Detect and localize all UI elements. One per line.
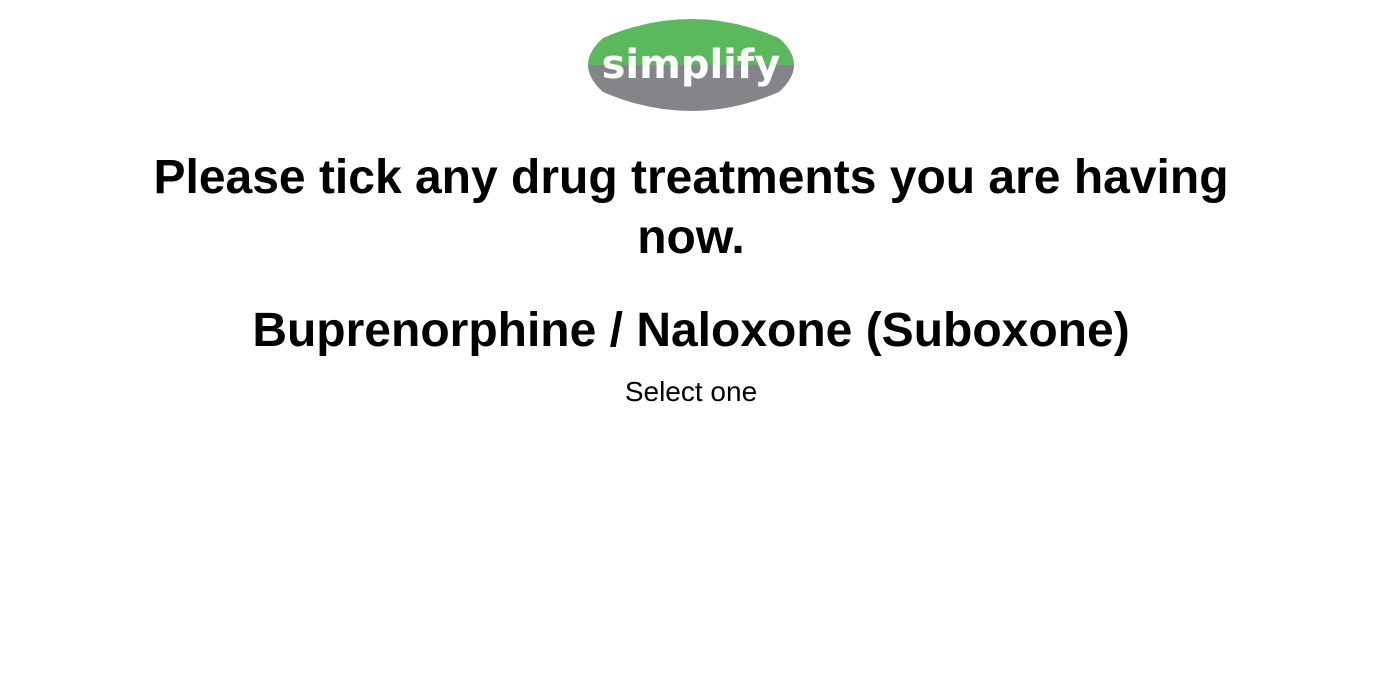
logo-shape-icon: simplify (588, 19, 794, 111)
select-instruction: Select one (624, 376, 758, 407)
question-title: Please tick any drug treatments you are … (153, 151, 1229, 264)
simplify-logo: simplify (583, 10, 799, 120)
page: simplify Please tick any drug treatments… (0, 0, 1382, 683)
logo-text: simplify (602, 42, 781, 88)
drug-name-heading: Buprenorphine / Naloxone (Suboxone) (252, 304, 1130, 357)
